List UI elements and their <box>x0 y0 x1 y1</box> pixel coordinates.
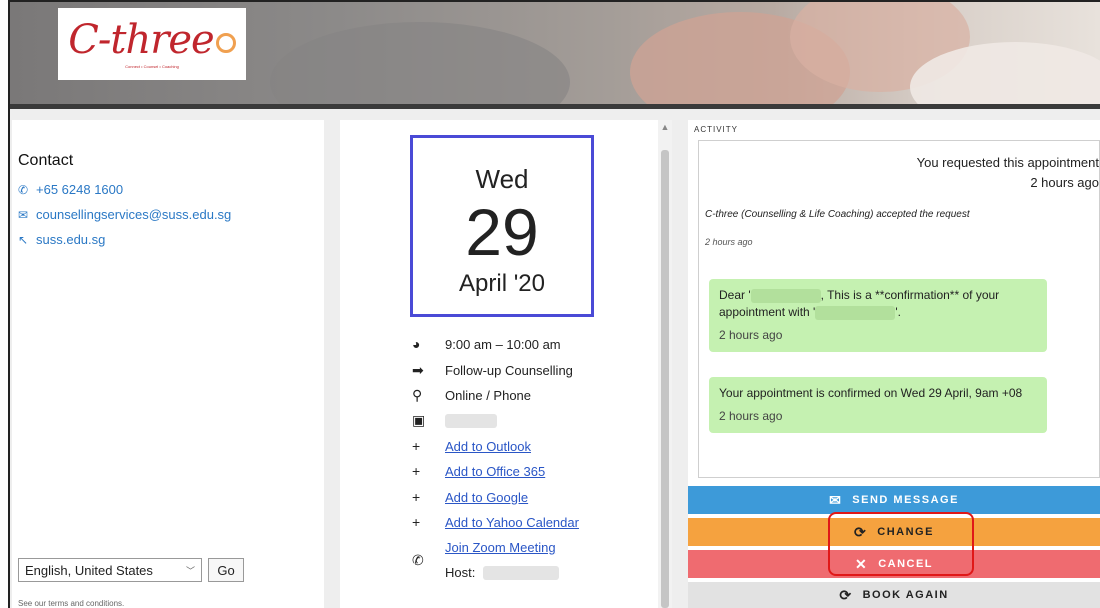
activity-panel: ACTIVITY You requested this appointment … <box>688 120 1100 608</box>
logo-text: C-three <box>68 16 214 63</box>
envelope-icon: ✉ <box>829 491 843 508</box>
appointment-time-text: 9:00 am – 10:00 am <box>445 336 561 352</box>
change-label: CHANGE <box>877 526 934 538</box>
plus-icon: + <box>412 514 421 530</box>
logo[interactable]: C-three Connect • Counsel • Coaching <box>58 8 246 80</box>
date-number: 29 <box>465 195 539 269</box>
activity-requested-text: You requested this appointment <box>916 155 1099 170</box>
add-to-outlook[interactable]: + Add to Outlook <box>412 438 531 454</box>
logo-tagline: Connect • Counsel • Coaching <box>125 63 179 69</box>
plus-icon: + <box>412 463 421 479</box>
header-banner: C-three Connect • Counsel • Coaching <box>10 2 1100 106</box>
frame-left-edge <box>0 0 10 608</box>
cursor-icon: ↖ <box>18 232 29 247</box>
book-again-button[interactable]: ⟳ BOOK AGAIN <box>688 582 1100 608</box>
message-text-part3: '. <box>895 305 901 319</box>
contact-card-icon: ▣ <box>412 412 426 428</box>
message-time: 2 hours ago <box>719 328 783 342</box>
contact-phone-text: +65 6248 1600 <box>36 182 124 197</box>
contact-email-text: counsellingservices@suss.edu.sg <box>36 207 232 222</box>
scroll-thumb[interactable] <box>661 150 669 608</box>
contact-phone[interactable]: ✆ +65 6248 1600 <box>18 182 123 197</box>
clock-icon: ◕ <box>412 336 421 352</box>
host-label: Host: <box>445 565 476 580</box>
phone-icon: ✆ <box>18 182 29 197</box>
send-message-button[interactable]: ✉ SEND MESSAGE <box>688 486 1100 514</box>
activity-accepted-text: C-three (Counselling & Life Coaching) ac… <box>705 209 970 220</box>
send-message-label: SEND MESSAGE <box>852 494 959 506</box>
appointment-time: ◕ 9:00 am – 10:00 am <box>412 336 561 352</box>
envelope-icon: ✉ <box>18 207 29 222</box>
add-to-yahoo[interactable]: + Add to Yahoo Calendar <box>412 514 579 530</box>
contact-email[interactable]: ✉ counsellingservices@suss.edu.sg <box>18 207 231 222</box>
activity-accepted-time: 2 hours ago <box>705 237 753 247</box>
message-bubble: Your appointment is confirmed on Wed 29 … <box>709 377 1047 433</box>
add-to-yahoo-link[interactable]: Add to Yahoo Calendar <box>445 515 579 530</box>
cancel-label: CANCEL <box>878 558 934 570</box>
chevron-down-icon: ﹀ <box>185 565 195 576</box>
cancel-button[interactable]: ✕ CANCEL <box>688 550 1100 578</box>
add-to-google[interactable]: + Add to Google <box>412 489 528 505</box>
add-to-office365[interactable]: + Add to Office 365 <box>412 463 545 479</box>
appointment-panel: Wed 29 April '20 ◕ 9:00 am – 10:00 am ➡ … <box>340 120 658 608</box>
message-text-part1: Dear ' <box>719 288 751 302</box>
plus-icon: + <box>412 438 421 454</box>
message-time: 2 hours ago <box>719 409 783 423</box>
appointment-location: ⚲ Online / Phone <box>412 387 531 404</box>
contact-website[interactable]: ↖ suss.edu.sg <box>18 232 105 247</box>
redacted-staff-name <box>445 413 497 428</box>
appointment-location-text: Online / Phone <box>445 388 532 403</box>
refresh-icon: ⟳ <box>854 523 868 540</box>
zoom-meeting: ✆ Join Zoom Meeting Host: <box>412 540 560 580</box>
phone-icon: ✆ <box>412 552 424 568</box>
language-select[interactable]: English, United States ﹀ <box>18 558 202 582</box>
date-day: Wed <box>475 164 529 194</box>
language-select-value: English, United States <box>25 562 153 578</box>
message-bubble: Dear ', This is a **confirmation** of yo… <box>709 279 1047 352</box>
change-button[interactable]: ⟳ CHANGE <box>688 518 1100 546</box>
date-card: Wed 29 April '20 <box>410 135 594 317</box>
book-again-label: BOOK AGAIN <box>862 589 949 601</box>
language-selector-row: English, United States ﹀ Go <box>18 558 244 582</box>
refresh-icon: ⟳ <box>839 586 853 603</box>
contact-title: Contact <box>18 152 74 169</box>
activity-requested-time: 2 hours ago <box>1030 175 1099 190</box>
activity-requested: You requested this appointment 2 hours a… <box>917 153 1099 193</box>
map-pin-icon: ⚲ <box>412 387 423 403</box>
appointment-staff: ▣ <box>412 412 497 429</box>
add-to-office365-link[interactable]: Add to Office 365 <box>445 464 545 479</box>
redacted-client-name <box>750 288 821 303</box>
redacted-counsellor-name <box>815 305 896 320</box>
join-zoom-link[interactable]: Join Zoom Meeting <box>445 540 559 555</box>
heart-icon <box>215 32 236 53</box>
date-month-year: April '20 <box>459 270 545 297</box>
add-to-outlook-link[interactable]: Add to Outlook <box>445 439 531 454</box>
plus-icon: + <box>412 489 421 505</box>
appointment-service-text: Follow-up Counselling <box>445 363 573 378</box>
terms-link[interactable]: See our terms and conditions. <box>18 599 124 608</box>
go-button[interactable]: Go <box>208 558 244 582</box>
activity-feed: You requested this appointment 2 hours a… <box>698 140 1100 478</box>
scrollbar[interactable]: ▲ <box>658 120 672 608</box>
scroll-up-arrow-icon[interactable]: ▲ <box>658 120 672 134</box>
redacted-host-name <box>483 565 560 580</box>
tag-icon: ➡ <box>412 362 424 378</box>
contact-website-text: suss.edu.sg <box>36 232 106 247</box>
appointment-service: ➡ Follow-up Counselling <box>412 362 573 379</box>
message-text: Your appointment is confirmed on Wed 29 … <box>719 386 1023 400</box>
close-icon: ✕ <box>854 555 869 572</box>
activity-label: ACTIVITY <box>694 125 739 134</box>
contact-panel: Contact ✆ +65 6248 1600 ✉ counsellingser… <box>12 120 324 608</box>
add-to-google-link[interactable]: Add to Google <box>445 490 528 505</box>
